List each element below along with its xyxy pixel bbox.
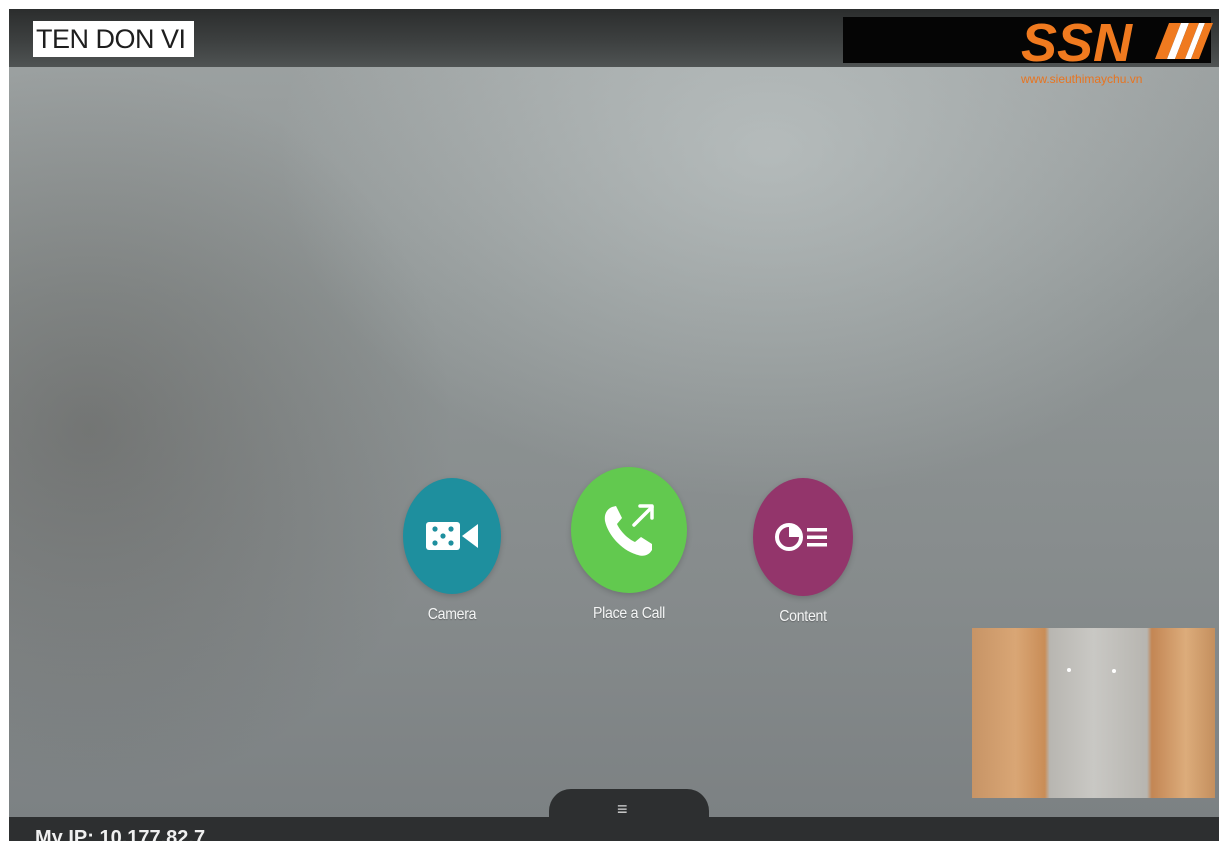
menu-tab[interactable]: ≡ xyxy=(549,789,709,821)
unit-name-label: TEN DON VI xyxy=(33,21,194,57)
my-ip-label: My IP: 10.177.82.7 xyxy=(35,827,206,841)
camera-button[interactable] xyxy=(403,478,501,594)
logo-text: SSN xyxy=(1021,13,1133,73)
camera-label: Camera xyxy=(427,606,477,623)
menu-icon: ≡ xyxy=(617,799,628,819)
content-button[interactable] xyxy=(753,478,853,596)
place-call-action[interactable]: Place a Call xyxy=(554,467,704,623)
logo-stripes xyxy=(1155,23,1213,59)
place-call-button[interactable] xyxy=(571,467,687,593)
preview-light xyxy=(1112,669,1116,673)
logo-url: www.sieuthimaychu.vn xyxy=(1021,72,1143,86)
camera-action[interactable]: Camera xyxy=(387,478,517,624)
content-share-icon xyxy=(775,523,827,551)
self-view-preview[interactable] xyxy=(972,628,1215,798)
phone-outgoing-icon xyxy=(604,504,654,556)
home-screen: TEN DON VI SSN www.sieuthimaychu.vn Came… xyxy=(9,9,1219,841)
video-camera-icon xyxy=(426,522,478,550)
content-label: Content xyxy=(779,608,827,625)
content-action[interactable]: Content xyxy=(737,478,869,626)
place-call-label: Place a Call xyxy=(593,605,665,622)
preview-light xyxy=(1067,668,1071,672)
